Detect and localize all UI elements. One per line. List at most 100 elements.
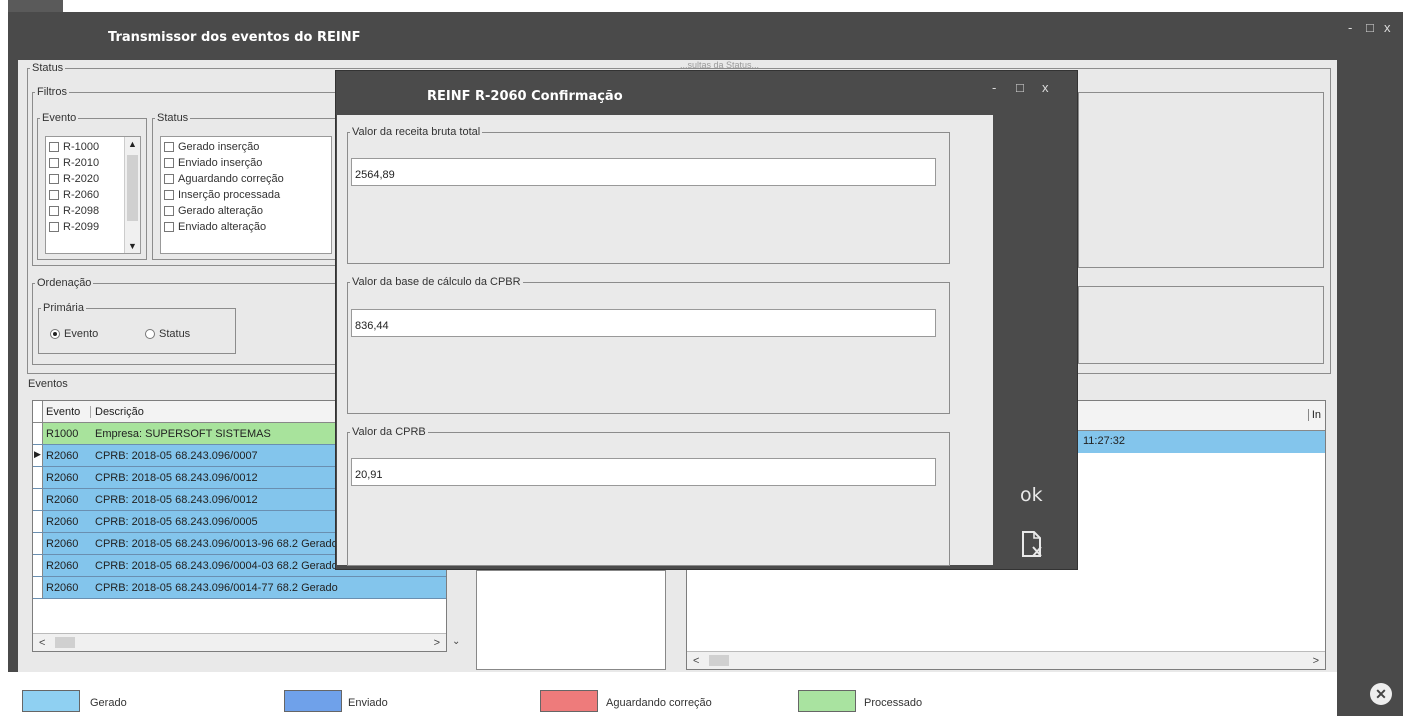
checkbox[interactable] — [164, 222, 174, 232]
evento-filter-item[interactable]: R-2060 — [46, 187, 124, 203]
top-gap — [0, 0, 1403, 12]
status-filter-item-label: Aguardando correção — [178, 173, 284, 185]
checkbox[interactable] — [49, 190, 59, 200]
evento-filter-list[interactable]: R-1000 R-2010 R-2020 R-2060 R-2098 R-2099 ▲ ▼ — [45, 136, 141, 254]
status-filter-item-label: Enviado alteração — [178, 221, 267, 233]
field-base-calculo-label: Valor da base de cálculo da CPBR — [352, 276, 521, 288]
scroll-thumb[interactable] — [127, 155, 138, 221]
status-filter-item-label: Gerado inserção — [178, 141, 260, 153]
primaria-legend: Primária — [43, 302, 84, 314]
radio-status-dot[interactable] — [145, 329, 155, 340]
evento-list-scrollbar[interactable]: ▲ ▼ — [124, 137, 140, 253]
scroll-left-icon[interactable]: < — [39, 637, 45, 649]
checkbox[interactable] — [49, 222, 59, 232]
legend-label-aguardando: Aguardando correção — [606, 697, 712, 709]
cell-evento: R2060 — [46, 581, 79, 594]
checkbox[interactable] — [164, 190, 174, 200]
checkbox[interactable] — [164, 174, 174, 184]
checkbox[interactable] — [49, 174, 59, 184]
row-indicator[interactable] — [33, 533, 43, 554]
eventos-label: Eventos — [28, 378, 68, 390]
scroll-right-icon[interactable]: > — [434, 637, 440, 649]
close-circle-icon[interactable]: ✕ — [1370, 683, 1392, 705]
detail-scroll-right-icon[interactable]: > — [1313, 655, 1319, 667]
legend-swatch-processado — [798, 690, 856, 712]
row-indicator[interactable] — [33, 555, 43, 576]
cancel-document-icon[interactable] — [1020, 530, 1044, 558]
evento-filter-item[interactable]: R-2010 — [46, 155, 124, 171]
row-indicator[interactable]: ▶ — [33, 445, 43, 466]
cell-evento: R1000 — [46, 427, 79, 440]
evento-filter-item-label: R-2060 — [63, 189, 100, 201]
row-indicator[interactable] — [33, 577, 43, 598]
evento-filter-item-label: R-2010 — [63, 157, 100, 169]
checkbox[interactable] — [49, 142, 59, 152]
status-filter-item[interactable]: Gerado alteração — [161, 203, 284, 219]
detail-hscroll[interactable]: < > — [687, 651, 1325, 669]
checkbox[interactable] — [164, 142, 174, 152]
evento-filter-item[interactable]: R-2098 — [46, 203, 124, 219]
radio-evento[interactable]: Evento — [50, 328, 98, 340]
hscroll-thumb[interactable] — [55, 637, 75, 648]
status-filter-list[interactable]: Gerado inserção Enviado inserção Aguardand… — [160, 136, 332, 254]
legend-swatch-aguardando — [540, 690, 598, 712]
filtros-legend: Filtros — [37, 86, 67, 98]
base-calculo-input[interactable]: 836,44 — [351, 309, 936, 337]
radio-evento-label: Evento — [64, 328, 99, 340]
cell-evento: R2060 — [46, 559, 79, 572]
evento-filter-item[interactable]: R-2020 — [46, 171, 124, 187]
checkbox[interactable] — [164, 158, 174, 168]
status-filter-item[interactable]: Inserção processada — [161, 187, 284, 203]
field-base-calculo-group: Valor da base de cálculo da CPBR — [347, 276, 950, 414]
row-indicator[interactable] — [33, 489, 43, 510]
row-indicator[interactable] — [33, 423, 43, 444]
field-cprb-group: Valor da CPRB — [347, 426, 950, 566]
detail-row-time: 11:27:32 — [1083, 435, 1126, 447]
checkbox[interactable] — [164, 206, 174, 216]
status-filter-item[interactable]: Enviado inserção — [161, 155, 284, 171]
radio-status[interactable]: Status — [145, 328, 190, 340]
close-button[interactable]: x — [1384, 20, 1391, 35]
maximize-button[interactable]: □ — [1366, 20, 1374, 35]
table-row[interactable]: R2060 CPRB: 2018-05 68.243.096/0014-77 68… — [33, 577, 446, 599]
dialog-minimize-button[interactable]: - — [992, 80, 996, 95]
window-title: Transmissor dos eventos do REINF — [108, 30, 361, 45]
middle-list-panel[interactable] — [476, 570, 666, 670]
right-panel-top — [1078, 92, 1324, 268]
evento-filter-item[interactable]: R-2099 — [46, 219, 124, 235]
cell-evento: R2060 — [46, 537, 79, 550]
corner-tab — [8, 0, 63, 12]
radio-evento-dot[interactable] — [50, 329, 60, 340]
row-indicator[interactable] — [33, 467, 43, 488]
evento-filter-item-label: R-2020 — [63, 173, 100, 185]
detail-scroll-left-icon[interactable]: < — [693, 655, 699, 667]
detail-col-header[interactable]: In — [1307, 409, 1321, 421]
evento-filter-legend: Evento — [42, 112, 77, 124]
checkbox[interactable] — [49, 206, 59, 216]
cprb-input[interactable]: 20,91 — [351, 458, 936, 486]
ok-button[interactable]: ok — [1020, 484, 1043, 506]
evento-filter-item[interactable]: R-1000 — [46, 139, 124, 155]
scroll-down-icon[interactable]: ▼ — [128, 241, 137, 251]
grid-scroll-down-icon[interactable]: ⌄ — [452, 636, 460, 647]
status-filter-item[interactable]: Aguardando correção — [161, 171, 284, 187]
minimize-button[interactable]: - — [1348, 20, 1352, 35]
field-receita-bruta-group: Valor da receita bruta total — [347, 126, 950, 264]
checkbox[interactable] — [49, 158, 59, 168]
dialog-close-button[interactable]: x — [1042, 80, 1049, 95]
status-filter-item[interactable]: Gerado inserção — [161, 139, 284, 155]
dialog-title: REINF R-2060 Confirmação — [427, 89, 623, 104]
receita-bruta-input[interactable]: 2564,89 — [351, 158, 936, 186]
col-evento-header[interactable]: Evento — [43, 405, 91, 418]
dialog-maximize-button[interactable]: □ — [1016, 80, 1024, 95]
eventos-hscroll[interactable]: < > — [33, 633, 446, 651]
status-filter-item[interactable]: Enviado alteração — [161, 219, 284, 235]
legend-label-enviado: Enviado — [348, 697, 388, 709]
legend-label-gerado: Gerado — [90, 697, 127, 709]
current-row-icon: ▶ — [34, 449, 41, 459]
status-filter-item-label: Gerado alteração — [178, 205, 263, 217]
scroll-up-icon[interactable]: ▲ — [128, 139, 137, 149]
detail-hscroll-thumb[interactable] — [709, 655, 729, 666]
row-indicator[interactable] — [33, 511, 43, 532]
right-panel-mid — [1078, 286, 1324, 364]
